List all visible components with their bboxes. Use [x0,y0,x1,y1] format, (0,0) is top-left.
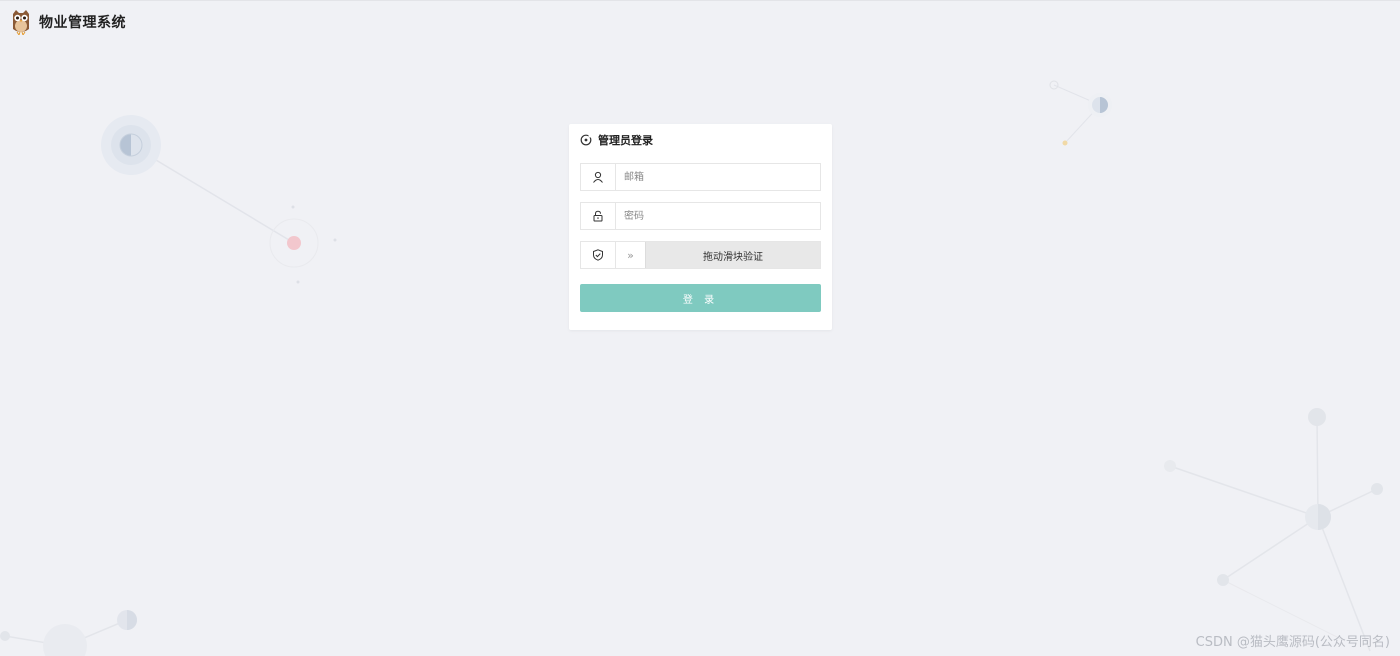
password-field-group [580,202,821,230]
password-input[interactable] [616,203,820,229]
email-input[interactable] [616,164,820,190]
shield-icon [593,249,603,261]
user-icon [593,171,603,183]
password-field-icon-box [581,203,616,229]
login-title: 管理员登录 [598,134,653,147]
admin-icon [580,134,592,146]
email-field-icon-box [581,164,616,190]
login-page: 物业管理系统 管理员登录 邮箱 » 拖动滑块验证 登 录 CSDN @猫头鹰源码… [0,0,1400,656]
owl-logo-icon [13,10,29,35]
email-field-group [580,163,821,191]
login-button[interactable]: 登 录 [580,284,821,312]
login-card-header: 管理员登录 [580,132,653,148]
slider-track: » 拖动滑块验证 [616,242,820,268]
lock-icon [593,210,603,222]
app-header: 物业管理系统 [10,9,126,35]
app-title: 物业管理系统 [39,15,126,31]
login-card: 管理员登录 邮箱 » 拖动滑块验证 登 录 [569,124,832,330]
slider-captcha: » 拖动滑块验证 [580,241,821,269]
slider-handle[interactable]: » [616,242,646,268]
captcha-icon-box [581,242,616,268]
watermark: CSDN @猫头鹰源码(公众号同名) [1195,635,1390,650]
slider-label: 拖动滑块验证 [703,251,763,263]
double-chevron-right-icon: » [627,248,634,262]
